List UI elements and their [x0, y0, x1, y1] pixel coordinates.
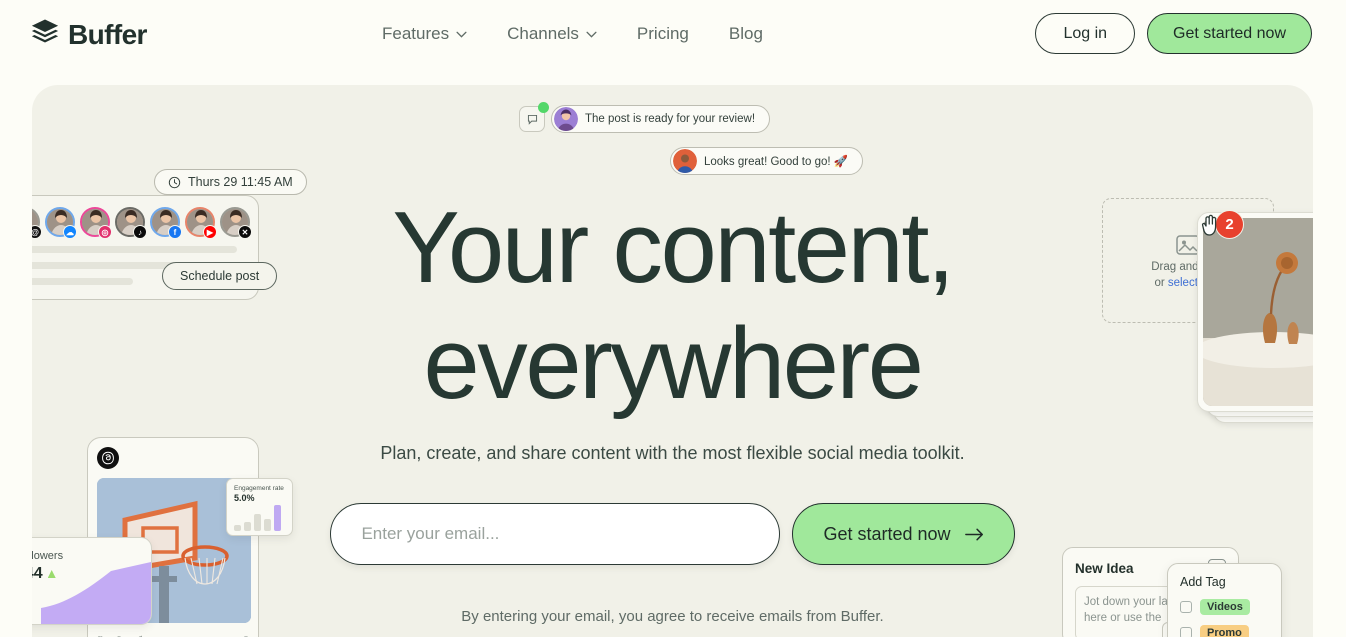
skeleton-line [32, 278, 133, 285]
platform-badge-bluesky: ☁ [63, 225, 77, 239]
grab-hand-icon [1200, 213, 1222, 242]
tag-chip: Videos [1200, 599, 1250, 615]
chevron-down-icon [456, 31, 467, 38]
header-get-started-button[interactable]: Get started now [1147, 13, 1312, 54]
comment-icon[interactable] [519, 102, 549, 132]
chat-bubble-group-1: The post is ready for your review! [519, 102, 771, 133]
nav-item-features[interactable]: Features [380, 20, 469, 48]
vase-photo [1203, 218, 1313, 406]
engagement-bar [234, 525, 241, 531]
new-idea-title: New Idea [1075, 560, 1134, 576]
nav-label: Blog [728, 24, 763, 43]
nav-label: Features [382, 24, 450, 43]
headline-line-2: everywhere [423, 308, 923, 420]
channel-avatar-instagram[interactable]: ◎ [80, 207, 112, 239]
woman-avatar [554, 107, 578, 131]
photo-stack[interactable]: 2 [1187, 205, 1313, 480]
man-avatar [673, 149, 697, 173]
nav-label: Channels [507, 24, 579, 43]
schedule-time-text: Thurs 29 11:45 AM [188, 175, 293, 189]
clock-icon [168, 176, 181, 188]
channel-avatar-bluesky[interactable]: ☁ [45, 207, 77, 239]
channel-avatar-row: @ ☁ ◎ ♪ f ▶ ✕ [32, 207, 252, 239]
engagement-bar [264, 519, 271, 531]
chat-text: Looks great! Good to go! 🚀 [704, 156, 849, 168]
schedule-time-badge: Thurs 29 11:45 AM [154, 169, 307, 195]
nav-item-channels[interactable]: Channels [505, 20, 599, 48]
engagement-bar [244, 522, 251, 531]
site-header: Buffer Features Channels Pricing Blog Lo… [0, 0, 1346, 85]
photo-card-front [1197, 212, 1313, 412]
channel-avatar-facebook[interactable]: f [150, 207, 182, 239]
schedule-post-button[interactable]: Schedule post [162, 262, 278, 290]
followers-area-chart [41, 562, 151, 624]
chat-bubble-group-2: Looks great! Good to go! 🚀 [670, 147, 864, 175]
main-nav: Features Channels Pricing Blog [380, 20, 765, 48]
engagement-value: 5.0% [234, 493, 255, 503]
header-actions: Log in Get started now [1035, 13, 1312, 54]
platform-badge-tiktok: ♪ [133, 225, 147, 239]
channel-avatar-tiktok[interactable]: ♪ [115, 207, 147, 239]
skeleton-line [32, 246, 237, 253]
platform-badge-youtube: ▶ [203, 225, 217, 239]
comment-icon[interactable] [116, 631, 122, 637]
page-root: Buffer Features Channels Pricing Blog Lo… [0, 0, 1346, 637]
chevron-down-icon [586, 31, 597, 38]
tag-checkbox[interactable] [1180, 627, 1192, 637]
buffer-logo[interactable]: Buffer [30, 17, 147, 52]
platform-badge-threads: @ [32, 225, 42, 239]
tag-checkbox[interactable] [1180, 601, 1192, 613]
arrow-right-icon [964, 528, 983, 540]
add-tag-panel: Add Tag VideosPromoProduct Drop [1167, 563, 1282, 637]
tag-chip: Promo [1200, 625, 1249, 637]
platform-badge-instagram: ◎ [98, 225, 112, 239]
channel-avatar-threads[interactable]: @ [32, 207, 42, 239]
bookmark-icon[interactable] [243, 632, 249, 637]
engagement-bar [274, 505, 281, 531]
tag-row[interactable]: Promo [1180, 625, 1269, 637]
add-tag-title: Add Tag [1180, 575, 1226, 589]
chat-bubble-approval: Looks great! Good to go! 🚀 [670, 147, 864, 175]
nav-item-blog[interactable]: Blog [727, 20, 765, 48]
channel-avatar-youtube[interactable]: ▶ [185, 207, 217, 239]
engagement-rate-widget: Engagement rate 5.0% [226, 478, 293, 536]
hero-panel: The post is ready for your review! Looks… [32, 85, 1313, 637]
tag-list: VideosPromoProduct Drop [1180, 599, 1269, 637]
hero-get-started-button[interactable]: Get started now [792, 503, 1015, 565]
nav-item-pricing[interactable]: Pricing [635, 20, 691, 48]
engagement-label: Engagement rate [234, 485, 284, 492]
followers-label: Followers [32, 550, 64, 562]
followers-widget: Followers 344 [32, 537, 152, 625]
online-status-dot [538, 102, 549, 113]
logo-text: Buffer [68, 18, 147, 50]
layers-icon [30, 17, 60, 52]
platform-badge-facebook: f [168, 225, 182, 239]
platform-badge-x-twitter: ✕ [238, 225, 252, 239]
engagement-bar [254, 514, 261, 531]
engagement-bar-chart [234, 505, 285, 531]
heart-icon[interactable] [97, 631, 103, 637]
nav-label: Pricing [636, 24, 689, 43]
email-input[interactable] [330, 503, 781, 565]
threads-icon [97, 447, 119, 469]
post-action-icons [97, 631, 249, 637]
channel-avatar-x-twitter[interactable]: ✕ [220, 207, 252, 239]
chat-text: The post is ready for your review! [585, 113, 756, 125]
hero-cta-label: Get started now [823, 523, 951, 544]
chat-bubble-review: The post is ready for your review! [551, 105, 771, 133]
share-icon[interactable] [136, 631, 142, 637]
login-button[interactable]: Log in [1035, 13, 1136, 54]
tag-row[interactable]: Videos [1180, 599, 1269, 615]
